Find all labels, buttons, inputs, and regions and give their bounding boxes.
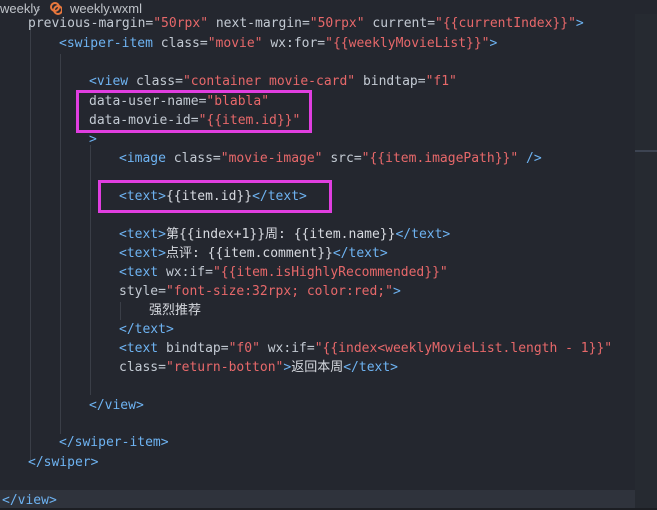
code-line: <image class="movie-image" src="{{item.i… bbox=[119, 151, 542, 166]
code-line: </view> bbox=[89, 398, 144, 413]
annotation-box-text-item-id bbox=[98, 180, 332, 213]
code-line: </swiper> bbox=[28, 455, 99, 470]
code-line: <text>第{{index+1}}周: {{item.name}}</text… bbox=[119, 227, 451, 242]
code-line: <swiper-item class="movie" wx:for="{{wee… bbox=[59, 36, 498, 51]
code-line: </text> bbox=[119, 322, 174, 337]
code-line: <text wx:if="{{item.isHighlyRecommended}… bbox=[119, 265, 448, 280]
code-line: </swiper-item> bbox=[59, 435, 169, 450]
code-line: style="font-size:32rpx; color:red;"> bbox=[119, 284, 401, 299]
code-line: previous-margin="50rpx" next-margin="50r… bbox=[28, 16, 584, 31]
code-editor[interactable]: previous-margin="50rpx" next-margin="50r… bbox=[0, 14, 657, 510]
code-line: <view class="container movie-card" bindt… bbox=[89, 74, 457, 89]
code-line: 强烈推荐 bbox=[149, 303, 202, 318]
code-line-current: </view> bbox=[2, 493, 57, 508]
code-line: class="return-botton">返回本周</text> bbox=[119, 360, 399, 375]
code-line: <text bindtap="f0" wx:if="{{index<weekly… bbox=[119, 341, 613, 356]
annotation-box-data-attributes bbox=[76, 90, 312, 133]
code-line: <text>点评: {{item.comment}}</text> bbox=[119, 246, 388, 261]
